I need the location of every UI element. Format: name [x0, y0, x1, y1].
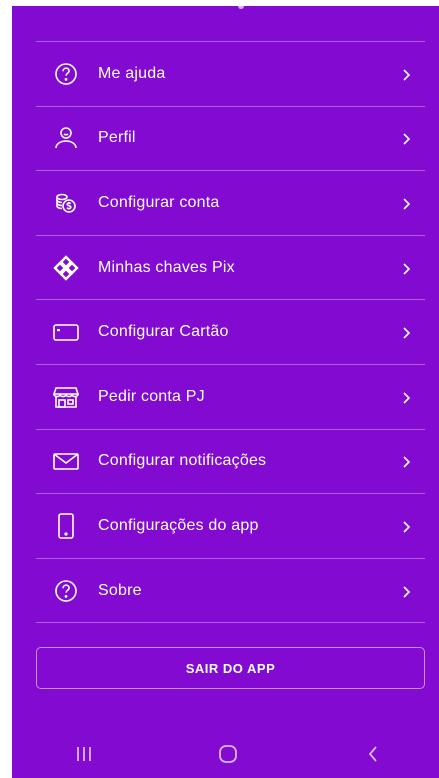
help-circle-icon [52, 60, 80, 88]
chevron-right-icon [401, 585, 411, 598]
menu-item-perfil[interactable]: Perfil [36, 107, 425, 172]
menu-item-configuracoes-do-app[interactable]: Configurações do app [36, 494, 425, 559]
help-circle-icon [52, 577, 80, 605]
chevron-right-icon [401, 262, 411, 275]
menu-item-label: Configurar notificações [98, 452, 267, 470]
menu-item-minhas-chaves-pix[interactable]: Minhas chaves Pix [36, 236, 425, 301]
menu-item-label: Me ajuda [98, 64, 166, 82]
chevron-right-icon [401, 132, 411, 145]
chevron-right-icon [401, 455, 411, 468]
logout-button[interactable]: SAIR DO APP [36, 647, 425, 689]
home-icon [219, 745, 238, 763]
menu-item-label: Configurações do app [98, 516, 259, 534]
menu-item-pedir-conta-pj[interactable]: Pedir conta PJ [36, 365, 425, 430]
recents-icon [77, 747, 92, 761]
back-button[interactable] [343, 734, 403, 774]
menu-item-label: Configurar conta [98, 193, 220, 211]
menu-item-me-ajuda[interactable]: Me ajuda [36, 42, 425, 107]
menu-item-label: Minhas chaves Pix [98, 258, 235, 276]
recents-button[interactable] [54, 734, 114, 774]
settings-screen: Me ajuda Perfil Configurar conta Minhas … [12, 6, 439, 778]
store-icon [52, 383, 80, 411]
chevron-right-icon [401, 520, 411, 533]
profile-icon [52, 124, 80, 152]
chevron-right-icon [401, 391, 411, 404]
menu-item-label: Perfil [98, 129, 136, 147]
chevron-right-icon [401, 326, 411, 339]
card-icon [52, 318, 80, 346]
top-indicator [238, 6, 244, 9]
coins-icon [52, 189, 80, 217]
envelope-icon [52, 447, 80, 475]
menu-item-configurar-cartao[interactable]: Configurar Cartão [36, 300, 425, 365]
menu-item-label: Sobre [98, 581, 142, 599]
menu-item-configurar-notificacoes[interactable]: Configurar notificações [36, 430, 425, 495]
chevron-right-icon [401, 68, 411, 81]
phone-icon [52, 512, 80, 540]
menu-item-configurar-conta[interactable]: Configurar conta [36, 171, 425, 236]
system-navigation-bar [12, 730, 439, 778]
back-icon [368, 746, 377, 762]
menu-item-label: Pedir conta PJ [98, 387, 205, 405]
home-button[interactable] [198, 734, 258, 774]
menu-item-sobre[interactable]: Sobre [36, 559, 425, 624]
pix-icon [52, 254, 80, 282]
chevron-right-icon [401, 197, 411, 210]
settings-menu: Me ajuda Perfil Configurar conta Minhas … [36, 42, 425, 624]
menu-item-label: Configurar Cartão [98, 323, 229, 341]
